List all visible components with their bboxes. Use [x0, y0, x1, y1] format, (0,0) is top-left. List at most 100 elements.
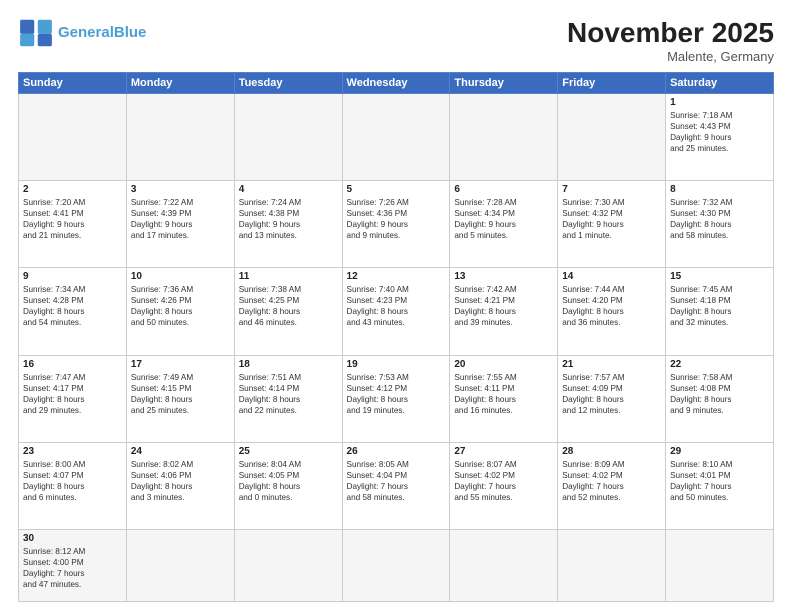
day-number: 29 — [670, 446, 769, 457]
day-number: 14 — [562, 271, 661, 282]
cell-info: Sunrise: 7:57 AM Sunset: 4:09 PM Dayligh… — [562, 372, 661, 416]
day-number: 13 — [454, 271, 553, 282]
table-cell — [126, 93, 234, 180]
cell-info: Sunrise: 7:47 AM Sunset: 4:17 PM Dayligh… — [23, 372, 122, 416]
title-block: November 2025 Malente, Germany — [567, 18, 774, 64]
table-cell — [558, 530, 666, 602]
cell-info: Sunrise: 7:34 AM Sunset: 4:28 PM Dayligh… — [23, 284, 122, 328]
calendar-header-row: Sunday Monday Tuesday Wednesday Thursday… — [19, 72, 774, 93]
cell-info: Sunrise: 7:32 AM Sunset: 4:30 PM Dayligh… — [670, 197, 769, 241]
month-title: November 2025 — [567, 18, 774, 49]
calendar-table: Sunday Monday Tuesday Wednesday Thursday… — [18, 72, 774, 602]
cell-info: Sunrise: 7:42 AM Sunset: 4:21 PM Dayligh… — [454, 284, 553, 328]
cell-info: Sunrise: 8:10 AM Sunset: 4:01 PM Dayligh… — [670, 459, 769, 503]
cell-info: Sunrise: 7:58 AM Sunset: 4:08 PM Dayligh… — [670, 372, 769, 416]
day-number: 12 — [347, 271, 446, 282]
day-number: 19 — [347, 359, 446, 370]
table-cell — [666, 530, 774, 602]
table-cell: 27Sunrise: 8:07 AM Sunset: 4:02 PM Dayli… — [450, 442, 558, 529]
day-number: 15 — [670, 271, 769, 282]
table-cell: 15Sunrise: 7:45 AM Sunset: 4:18 PM Dayli… — [666, 268, 774, 355]
table-cell: 29 Sunrise: 8:10 AM Sunset: 4:01 PM Dayli… — [666, 442, 774, 529]
calendar-row: 30Sunrise: 8:12 AM Sunset: 4:00 PM Dayli… — [19, 530, 774, 602]
day-number: 23 — [23, 446, 122, 457]
page: GeneralBlue November 2025 Malente, Germa… — [0, 0, 792, 612]
cell-info: Sunrise: 7:51 AM Sunset: 4:14 PM Dayligh… — [239, 372, 338, 416]
cell-info: Sunrise: 7:22 AM Sunset: 4:39 PM Dayligh… — [131, 197, 230, 241]
day-number: 1 — [670, 97, 769, 108]
table-cell — [234, 530, 342, 602]
table-cell: 3Sunrise: 7:22 AM Sunset: 4:39 PM Daylig… — [126, 181, 234, 268]
table-cell: 8 Sunrise: 7:32 AM Sunset: 4:30 PM Daylig… — [666, 181, 774, 268]
day-number: 20 — [454, 359, 553, 370]
subtitle: Malente, Germany — [567, 49, 774, 64]
table-cell — [450, 530, 558, 602]
day-number: 30 — [23, 533, 122, 544]
table-cell: 24Sunrise: 8:02 AM Sunset: 4:06 PM Dayli… — [126, 442, 234, 529]
table-cell: 13 Sunrise: 7:42 AM Sunset: 4:21 PM Dayli… — [450, 268, 558, 355]
table-cell: 25Sunrise: 8:04 AM Sunset: 4:05 PM Dayli… — [234, 442, 342, 529]
logo-blue: Blue — [114, 24, 147, 41]
day-number: 8 — [670, 184, 769, 195]
table-cell — [19, 93, 127, 180]
cell-info: Sunrise: 8:00 AM Sunset: 4:07 PM Dayligh… — [23, 459, 122, 503]
calendar-row: 1 Sunrise: 7:18 AM Sunset: 4:43 PM Daylig… — [19, 93, 774, 180]
table-cell: 9 Sunrise: 7:34 AM Sunset: 4:28 PM Daylig… — [19, 268, 127, 355]
col-friday: Friday — [558, 72, 666, 93]
cell-info: Sunrise: 7:26 AM Sunset: 4:36 PM Dayligh… — [347, 197, 446, 241]
table-cell: 17Sunrise: 7:49 AM Sunset: 4:15 PM Dayli… — [126, 355, 234, 442]
table-cell — [558, 93, 666, 180]
cell-info: Sunrise: 8:04 AM Sunset: 4:05 PM Dayligh… — [239, 459, 338, 503]
calendar-row: 23 Sunrise: 8:00 AM Sunset: 4:07 PM Dayli… — [19, 442, 774, 529]
table-cell: 30Sunrise: 8:12 AM Sunset: 4:00 PM Dayli… — [19, 530, 127, 602]
day-number: 2 — [23, 184, 122, 195]
calendar-row: 16 Sunrise: 7:47 AM Sunset: 4:17 PM Dayli… — [19, 355, 774, 442]
table-cell: 1 Sunrise: 7:18 AM Sunset: 4:43 PM Daylig… — [666, 93, 774, 180]
table-cell: 14Sunrise: 7:44 AM Sunset: 4:20 PM Dayli… — [558, 268, 666, 355]
table-cell: 20 Sunrise: 7:55 AM Sunset: 4:11 PM Dayli… — [450, 355, 558, 442]
table-cell: 4 Sunrise: 7:24 AM Sunset: 4:38 PM Daylig… — [234, 181, 342, 268]
cell-info: Sunrise: 7:20 AM Sunset: 4:41 PM Dayligh… — [23, 197, 122, 241]
day-number: 16 — [23, 359, 122, 370]
col-monday: Monday — [126, 72, 234, 93]
header: GeneralBlue November 2025 Malente, Germa… — [18, 18, 774, 64]
day-number: 4 — [239, 184, 338, 195]
logo-icon — [18, 18, 54, 48]
table-cell — [126, 530, 234, 602]
cell-info: Sunrise: 7:18 AM Sunset: 4:43 PM Dayligh… — [670, 110, 769, 154]
table-cell: 16 Sunrise: 7:47 AM Sunset: 4:17 PM Dayli… — [19, 355, 127, 442]
table-cell — [234, 93, 342, 180]
table-cell: 12 Sunrise: 7:40 AM Sunset: 4:23 PM Dayli… — [342, 268, 450, 355]
table-cell: 26Sunrise: 8:05 AM Sunset: 4:04 PM Dayli… — [342, 442, 450, 529]
day-number: 27 — [454, 446, 553, 457]
cell-info: Sunrise: 7:49 AM Sunset: 4:15 PM Dayligh… — [131, 372, 230, 416]
cell-info: Sunrise: 8:05 AM Sunset: 4:04 PM Dayligh… — [347, 459, 446, 503]
day-number: 6 — [454, 184, 553, 195]
day-number: 11 — [239, 271, 338, 282]
col-tuesday: Tuesday — [234, 72, 342, 93]
table-cell: 28Sunrise: 8:09 AM Sunset: 4:02 PM Dayli… — [558, 442, 666, 529]
table-cell — [450, 93, 558, 180]
table-cell: 19 Sunrise: 7:53 AM Sunset: 4:12 PM Dayli… — [342, 355, 450, 442]
table-cell: 7Sunrise: 7:30 AM Sunset: 4:32 PM Daylig… — [558, 181, 666, 268]
cell-info: Sunrise: 7:40 AM Sunset: 4:23 PM Dayligh… — [347, 284, 446, 328]
table-cell: 21 Sunrise: 7:57 AM Sunset: 4:09 PM Dayli… — [558, 355, 666, 442]
col-sunday: Sunday — [19, 72, 127, 93]
cell-info: Sunrise: 7:55 AM Sunset: 4:11 PM Dayligh… — [454, 372, 553, 416]
col-thursday: Thursday — [450, 72, 558, 93]
day-number: 9 — [23, 271, 122, 282]
day-number: 18 — [239, 359, 338, 370]
table-cell: 22Sunrise: 7:58 AM Sunset: 4:08 PM Dayli… — [666, 355, 774, 442]
calendar-row: 2 Sunrise: 7:20 AM Sunset: 4:41 PM Daylig… — [19, 181, 774, 268]
table-cell: 23 Sunrise: 8:00 AM Sunset: 4:07 PM Dayli… — [19, 442, 127, 529]
logo: GeneralBlue — [18, 18, 146, 48]
table-cell: 11Sunrise: 7:38 AM Sunset: 4:25 PM Dayli… — [234, 268, 342, 355]
cell-info: Sunrise: 7:36 AM Sunset: 4:26 PM Dayligh… — [131, 284, 230, 328]
table-cell: 6Sunrise: 7:28 AM Sunset: 4:34 PM Daylig… — [450, 181, 558, 268]
day-number: 21 — [562, 359, 661, 370]
cell-info: Sunrise: 7:24 AM Sunset: 4:38 PM Dayligh… — [239, 197, 338, 241]
day-number: 5 — [347, 184, 446, 195]
table-cell: 2 Sunrise: 7:20 AM Sunset: 4:41 PM Daylig… — [19, 181, 127, 268]
cell-info: Sunrise: 7:53 AM Sunset: 4:12 PM Dayligh… — [347, 372, 446, 416]
cell-info: Sunrise: 8:02 AM Sunset: 4:06 PM Dayligh… — [131, 459, 230, 503]
